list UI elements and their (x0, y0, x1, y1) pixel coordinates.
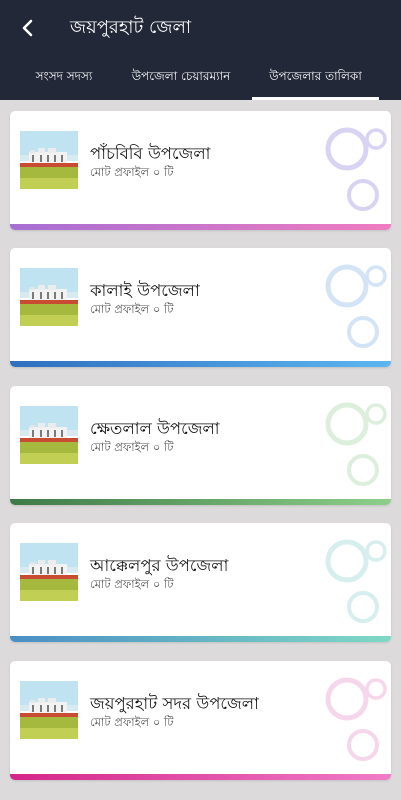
profile-count: মোট প্রফাইল ০ টি (90, 302, 174, 316)
tab-upazila-chairman[interactable]: উপজেলা চেয়ারম্যান (118, 62, 244, 100)
decorative-circles-icon (325, 127, 387, 211)
page-title: জয়পুরহাট জেলা (70, 17, 192, 38)
app-bar: জয়পুরহাট জেলা সংসদ সদস্য উপজেলা চেয়ারম… (0, 0, 401, 100)
card-accent-bar (10, 224, 391, 230)
card-accent-bar (10, 636, 391, 642)
upazila-thumbnail (20, 543, 78, 601)
decorative-circles-icon (325, 264, 387, 348)
card-accent-bar (10, 361, 391, 367)
upazila-list: পাঁচবিবি উপজেলা মোট প্রফাইল ০ টি কালাই উপজ… (0, 100, 401, 800)
arrow-left-icon (22, 19, 33, 37)
tab-label: উপজেলার তালিকা (269, 69, 362, 83)
upazila-thumbnail (20, 131, 78, 189)
profile-count: মোট প্রফাইল ০ টি (90, 165, 174, 179)
decorative-circles-icon (325, 677, 387, 761)
upazila-thumbnail (20, 681, 78, 739)
upazila-thumbnail (20, 268, 78, 326)
tab-label: উপজেলা চেয়ারম্যান (131, 69, 231, 83)
decorative-circles-icon (325, 539, 387, 623)
upazila-card[interactable]: জয়পুরহাট সদর উপজেলা মোট প্রফাইল ০ টি (10, 661, 391, 780)
card-accent-bar (10, 774, 391, 780)
profile-count: মোট প্রফাইল ০ টি (90, 440, 174, 454)
upazila-card[interactable]: কালাই উপজেলা মোট প্রফাইল ০ টি (10, 248, 391, 367)
profile-count: মোট প্রফাইল ০ টি (90, 577, 174, 591)
tab-upazila-list[interactable]: উপজেলার তালিকা (252, 62, 379, 100)
tab-mp[interactable]: সংসদ সদস্য (18, 62, 110, 100)
card-accent-bar (10, 499, 391, 505)
profile-count: মোট প্রফাইল ০ টি (90, 715, 174, 729)
upazila-thumbnail (20, 406, 78, 464)
tab-label: সংসদ সদস্য (35, 69, 93, 83)
back-button[interactable] (14, 14, 42, 42)
upazila-card[interactable]: পাঁচবিবি উপজেলা মোট প্রফাইল ০ টি (10, 111, 391, 230)
upazila-card[interactable]: ক্ষেতলাল উপজেলা মোট প্রফাইল ০ টি (10, 386, 391, 505)
upazila-card[interactable]: আক্কেলপুর উপজেলা মোট প্রফাইল ০ টি (10, 523, 391, 642)
tab-bar: সংসদ সদস্য উপজেলা চেয়ারম্যান উপজেলার তা… (0, 62, 401, 100)
decorative-circles-icon (325, 402, 387, 486)
